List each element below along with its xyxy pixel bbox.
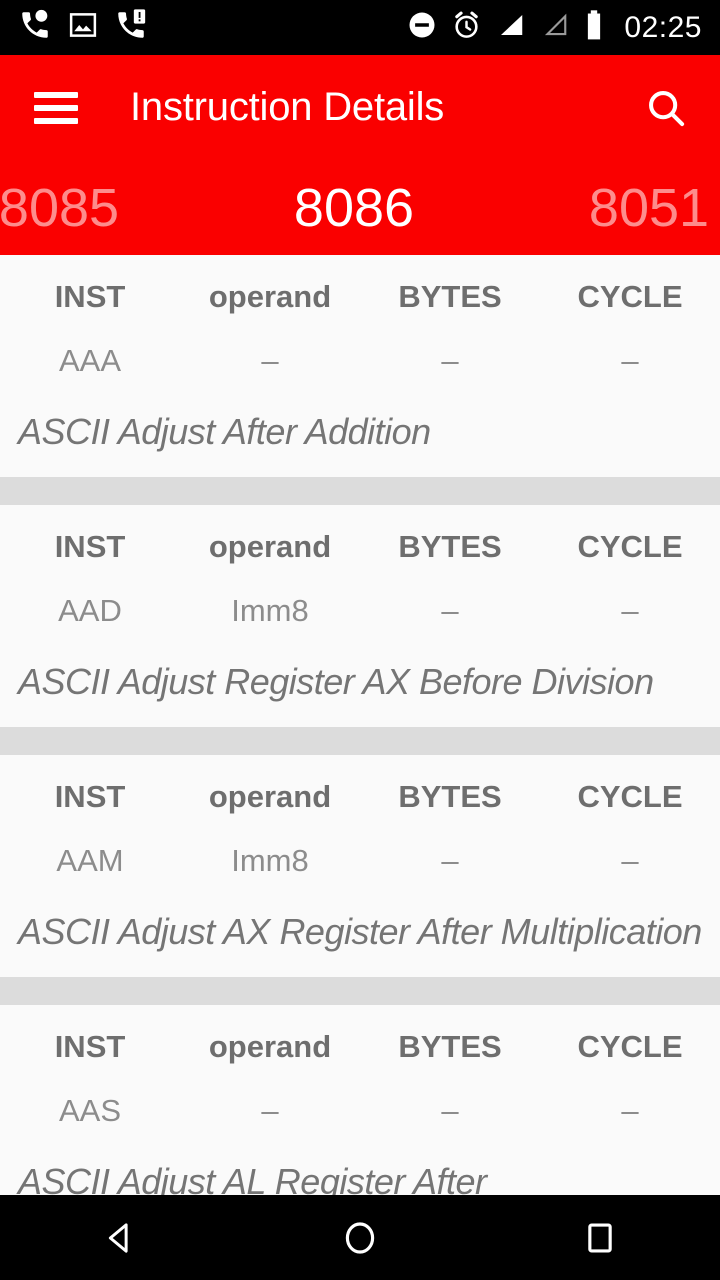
app-screen: 02:25 Instruction Details 8085 8086 8051…: [0, 0, 720, 1280]
search-icon[interactable]: [634, 76, 698, 140]
table-row: AAD Imm8 – –: [0, 575, 720, 645]
table-header-row: INST operand BYTES CYCLE: [0, 1017, 720, 1075]
do-not-disturb-icon: [407, 10, 437, 45]
cell-operand: –: [261, 343, 279, 378]
tab-8085[interactable]: 8085: [0, 177, 194, 239]
recents-square-icon[interactable]: [545, 1195, 655, 1280]
signal-empty-icon: [540, 10, 570, 45]
table-header-row: INST operand BYTES CYCLE: [0, 267, 720, 325]
cell-bytes: –: [441, 843, 459, 878]
column-header-bytes: BYTES: [398, 529, 502, 564]
column-header-operand: operand: [208, 529, 332, 564]
missed-call-icon: [18, 8, 52, 47]
page-title: Instruction Details: [130, 85, 445, 129]
tab-8086[interactable]: 8086: [194, 177, 514, 239]
alarm-icon: [451, 10, 482, 46]
column-header-cycle: CYCLE: [577, 529, 683, 564]
signal-full-icon: [496, 10, 526, 45]
list-divider: [0, 477, 720, 505]
cell-operand: Imm8: [231, 593, 309, 628]
instruction-description: ASCII Adjust Register AX Before Division: [18, 661, 654, 702]
cell-operand: –: [261, 1093, 279, 1128]
column-header-inst: INST: [54, 1029, 126, 1064]
instruction-description: ASCII Adjust After Addition: [18, 411, 431, 452]
status-bar-left-icons: [18, 8, 407, 47]
instruction-list[interactable]: INST operand BYTES CYCLE AAA – – – ASCII…: [0, 255, 720, 1195]
status-bar-clock: 02:25: [624, 10, 702, 44]
column-header-operand: operand: [208, 1029, 332, 1064]
processor-tabs[interactable]: 8085 8086 8051: [0, 160, 720, 255]
column-header-inst: INST: [54, 779, 126, 814]
android-nav-bar: [0, 1195, 720, 1280]
tab-8051[interactable]: 8051: [514, 177, 720, 239]
table-row: AAA – – –: [0, 325, 720, 395]
column-header-inst: INST: [54, 279, 126, 314]
table-row: AAM Imm8 – –: [0, 825, 720, 895]
table-row: AAS – – –: [0, 1075, 720, 1145]
column-header-bytes: BYTES: [398, 779, 502, 814]
hamburger-menu-icon[interactable]: [34, 91, 78, 124]
call-alert-icon: [114, 8, 148, 47]
cell-inst: AAM: [56, 843, 124, 878]
cell-operand: Imm8: [231, 843, 309, 878]
cell-cycle: –: [621, 1093, 639, 1128]
cell-cycle: –: [621, 343, 639, 378]
hamburger-bar-3: [34, 117, 78, 124]
instruction-card[interactable]: INST operand BYTES CYCLE AAS – – – ASCII…: [0, 1005, 720, 1195]
instruction-description: ASCII Adjust AL Register After: [18, 1161, 487, 1195]
cell-inst: AAD: [58, 593, 122, 628]
cell-inst: AAA: [58, 343, 122, 378]
table-header-row: INST operand BYTES CYCLE: [0, 517, 720, 575]
cell-bytes: –: [441, 343, 459, 378]
back-triangle-icon[interactable]: [65, 1195, 175, 1280]
column-header-cycle: CYCLE: [577, 779, 683, 814]
column-header-cycle: CYCLE: [577, 279, 683, 314]
image-icon: [68, 10, 98, 45]
instruction-description: ASCII Adjust AX Register After Multiplic…: [18, 911, 702, 952]
column-header-inst: INST: [54, 529, 126, 564]
hamburger-bar-2: [34, 104, 78, 111]
column-header-operand: operand: [208, 779, 332, 814]
column-header-bytes: BYTES: [398, 1029, 502, 1064]
cell-cycle: –: [621, 843, 639, 878]
hamburger-bar-1: [34, 91, 78, 98]
column-header-operand: operand: [208, 279, 332, 314]
list-divider: [0, 977, 720, 1005]
instruction-card[interactable]: INST operand BYTES CYCLE AAD Imm8 – – AS…: [0, 505, 720, 727]
app-toolbar: Instruction Details: [0, 55, 720, 160]
home-circle-icon[interactable]: [305, 1195, 415, 1280]
cell-bytes: –: [441, 1093, 459, 1128]
battery-icon: [584, 9, 604, 46]
cell-cycle: –: [621, 593, 639, 628]
instruction-card[interactable]: INST operand BYTES CYCLE AAM Imm8 – – AS…: [0, 755, 720, 977]
instruction-card[interactable]: INST operand BYTES CYCLE AAA – – – ASCII…: [0, 255, 720, 477]
list-divider: [0, 727, 720, 755]
status-bar-right-icons: 02:25: [407, 9, 702, 46]
cell-bytes: –: [441, 593, 459, 628]
cell-inst: AAS: [58, 1093, 122, 1128]
column-header-bytes: BYTES: [398, 279, 502, 314]
table-header-row: INST operand BYTES CYCLE: [0, 767, 720, 825]
status-bar: 02:25: [0, 0, 720, 55]
column-header-cycle: CYCLE: [577, 1029, 683, 1064]
